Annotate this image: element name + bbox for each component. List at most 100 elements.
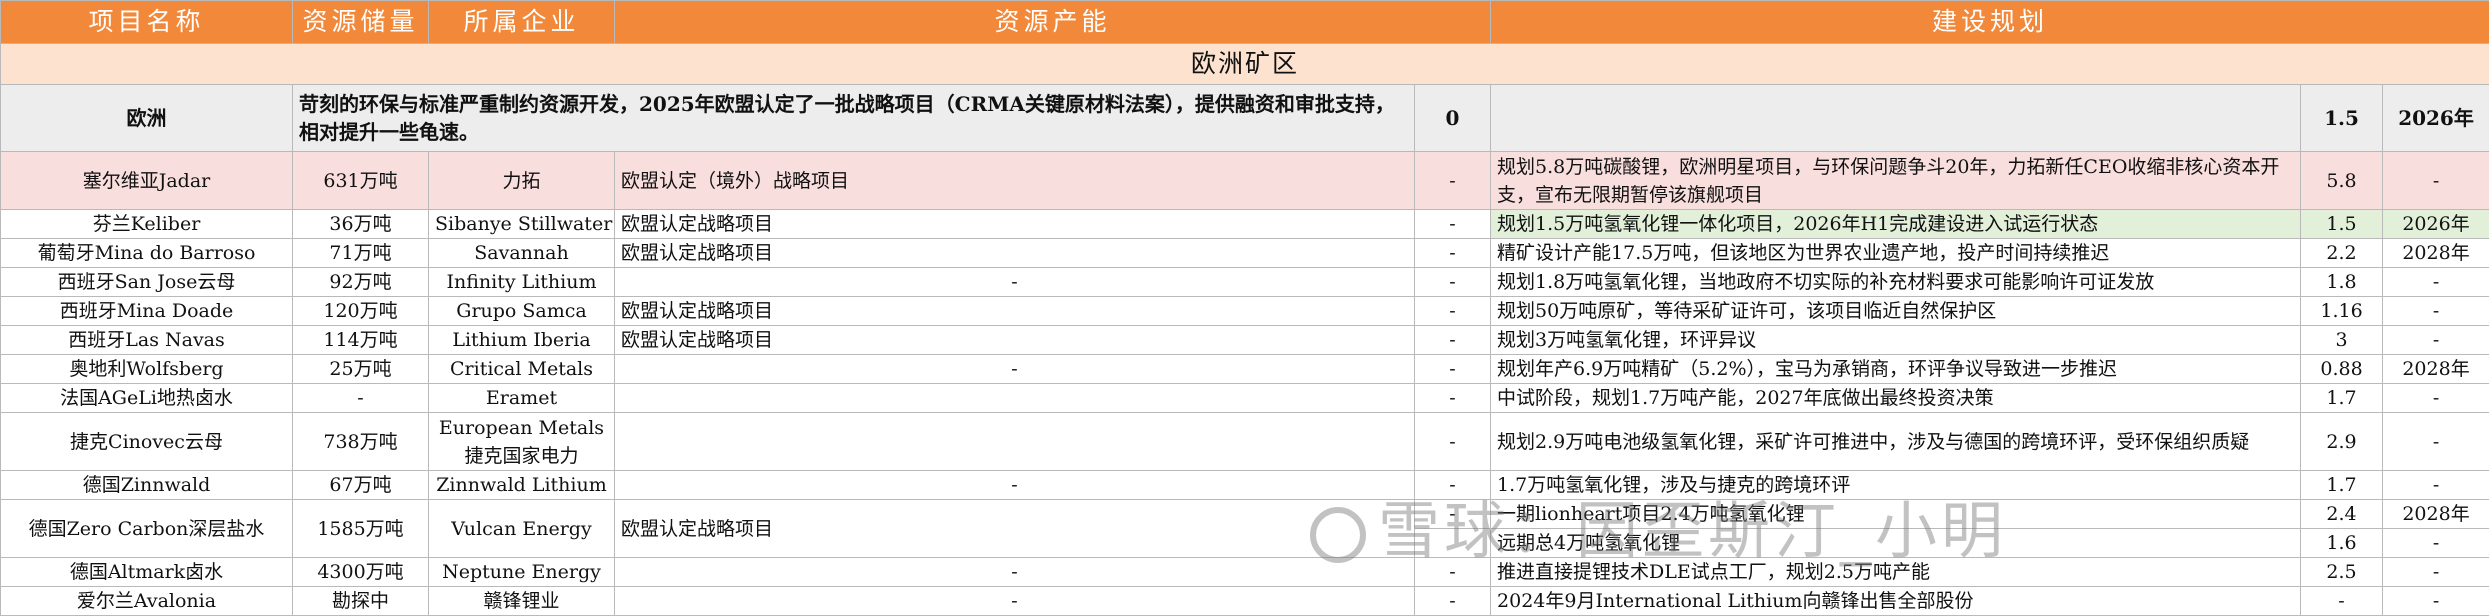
header-project-name: 项目名称 [1,1,293,44]
capacity: - [1415,558,1491,587]
lithium-projects-table: 项目名称 资源储量 所属企业 资源产能 建设规划 欧洲矿区 欧洲 苛刻的环保与标… [0,0,2489,616]
plan-value: 2.2 [2301,239,2383,268]
plan-year: 2026年 [2383,210,2489,239]
plan-year: 2028年 [2383,355,2489,384]
header-capacity: 资源产能 [615,1,1491,44]
status: 欧盟认定战略项目 [615,210,1415,239]
table-row: 西班牙Las Navas 114万吨 Lithium Iberia 欧盟认定战略… [1,326,2489,355]
project-name: 西班牙Las Navas [1,326,293,355]
project-name: 德国Zinnwald [1,471,293,500]
capacity: - [1415,471,1491,500]
plan: 1.7万吨氢氧化锂，涉及与捷克的跨境环评 [1491,471,2301,500]
reserve: 71万吨 [293,239,429,268]
capacity: - [1415,413,1491,471]
capacity: - [1415,210,1491,239]
capacity: - [1415,355,1491,384]
company: Grupo Samca [429,297,615,326]
status: - [615,268,1415,297]
reserve: 4300万吨 [293,558,429,587]
status: - [615,558,1415,587]
plan-value: 1.7 [2301,471,2383,500]
summary-name: 欧洲 [1,85,293,152]
reserve: 1585万吨 [293,500,429,558]
plan-value: 5.8 [2301,152,2383,210]
region-title: 欧洲矿区 [1,44,2489,85]
plan-year: - [2383,587,2489,616]
capacity: - [1415,239,1491,268]
plan-value: 1.7 [2301,384,2383,413]
table-row: 西班牙Mina Doade 120万吨 Grupo Samca 欧盟认定战略项目… [1,297,2489,326]
project-name: 捷克Cinovec云母 [1,413,293,471]
reserve: 36万吨 [293,210,429,239]
status: 欧盟认定战略项目 [615,239,1415,268]
status [615,384,1415,413]
plan-year: - [2383,326,2489,355]
capacity [1415,529,1491,558]
plan-value: 1.16 [2301,297,2383,326]
plan-value: 1.6 [2301,529,2383,558]
reserve: 勘探中 [293,587,429,616]
status: 欧盟认定战略项目 [615,297,1415,326]
plan: 中试阶段，规划1.7万吨产能，2027年底做出最终投资决策 [1491,384,2301,413]
plan-year: - [2383,413,2489,471]
company: Neptune Energy [429,558,615,587]
capacity: - [1415,152,1491,210]
company: Eramet [429,384,615,413]
company: Zinnwald Lithium [429,471,615,500]
capacity: - [1415,297,1491,326]
plan-year: - [2383,558,2489,587]
reserve: 92万吨 [293,268,429,297]
plan-value: 1.8 [2301,268,2383,297]
reserve: 25万吨 [293,355,429,384]
plan-year: - [2383,471,2489,500]
plan: 规划2.9万吨电池级氢氧化锂，采矿许可推进中，涉及与德国的跨境环评，受环保组织质… [1491,413,2301,471]
header-reserve: 资源储量 [293,1,429,44]
company: European Metals 捷克国家电力 [429,413,615,471]
summary-plan [1491,85,2301,152]
project-name: 德国Altmark卤水 [1,558,293,587]
company: 赣锋锂业 [429,587,615,616]
plan-value: 0.88 [2301,355,2383,384]
summary-description: 苛刻的环保与标准严重制约资源开发，2025年欧盟认定了一批战略项目（CRMA关键… [293,85,1415,152]
plan-year: - [2383,384,2489,413]
table-row: 德国Altmark卤水 4300万吨 Neptune Energy - - 推进… [1,558,2489,587]
table-row: 德国Zero Carbon深层盐水 1585万吨 Vulcan Energy 欧… [1,500,2489,529]
header-company: 所属企业 [429,1,615,44]
plan-year: - [2383,529,2489,558]
company: Infinity Lithium [429,268,615,297]
plan-value: - [2301,587,2383,616]
plan: 规划3万吨氢氧化锂，环评异议 [1491,326,2301,355]
table-row: 奥地利Wolfsberg 25万吨 Critical Metals - - 规划… [1,355,2489,384]
plan: 规划50万吨原矿，等待采矿证许可，该项目临近自然保护区 [1491,297,2301,326]
project-name: 德国Zero Carbon深层盐水 [1,500,293,558]
header-plan: 建设规划 [1491,1,2489,44]
table-row: 葡萄牙Mina do Barroso 71万吨 Savannah 欧盟认定战略项… [1,239,2489,268]
plan: 规划5.8万吨碳酸锂，欧洲明星项目，与环保问题争斗20年，力拓新任CEO收缩非核… [1491,152,2301,210]
capacity: - [1415,384,1491,413]
table-row: 塞尔维亚Jadar 631万吨 力拓 欧盟认定（境外）战略项目 - 规划5.8万… [1,152,2489,210]
status: 欧盟认定战略项目 [615,500,1415,558]
plan: 精矿设计产能17.5万吨，但该地区为世界农业遗产地，投产时间持续推迟 [1491,239,2301,268]
plan-value: 2.4 [2301,500,2383,529]
plan-year: - [2383,268,2489,297]
summary-capacity: 0 [1415,85,1491,152]
status: - [615,471,1415,500]
reserve: 67万吨 [293,471,429,500]
company: Lithium Iberia [429,326,615,355]
plan-value: 2.5 [2301,558,2383,587]
status: 欧盟认定战略项目 [615,326,1415,355]
plan: 一期lionheart项目2.4万吨氢氧化锂 [1491,500,2301,529]
reserve: 120万吨 [293,297,429,326]
plan: 规划1.5万吨氢氧化锂一体化项目，2026年H1完成建设进入试运行状态 [1491,210,2301,239]
capacity: - [1415,268,1491,297]
status: - [615,587,1415,616]
company: Vulcan Energy [429,500,615,558]
company: 力拓 [429,152,615,210]
status [615,413,1415,471]
summary-value: 1.5 [2301,85,2383,152]
plan-value: 2.9 [2301,413,2383,471]
reserve: 631万吨 [293,152,429,210]
plan-value: 1.5 [2301,210,2383,239]
reserve: - [293,384,429,413]
table-row: 德国Zinnwald 67万吨 Zinnwald Lithium - - 1.7… [1,471,2489,500]
